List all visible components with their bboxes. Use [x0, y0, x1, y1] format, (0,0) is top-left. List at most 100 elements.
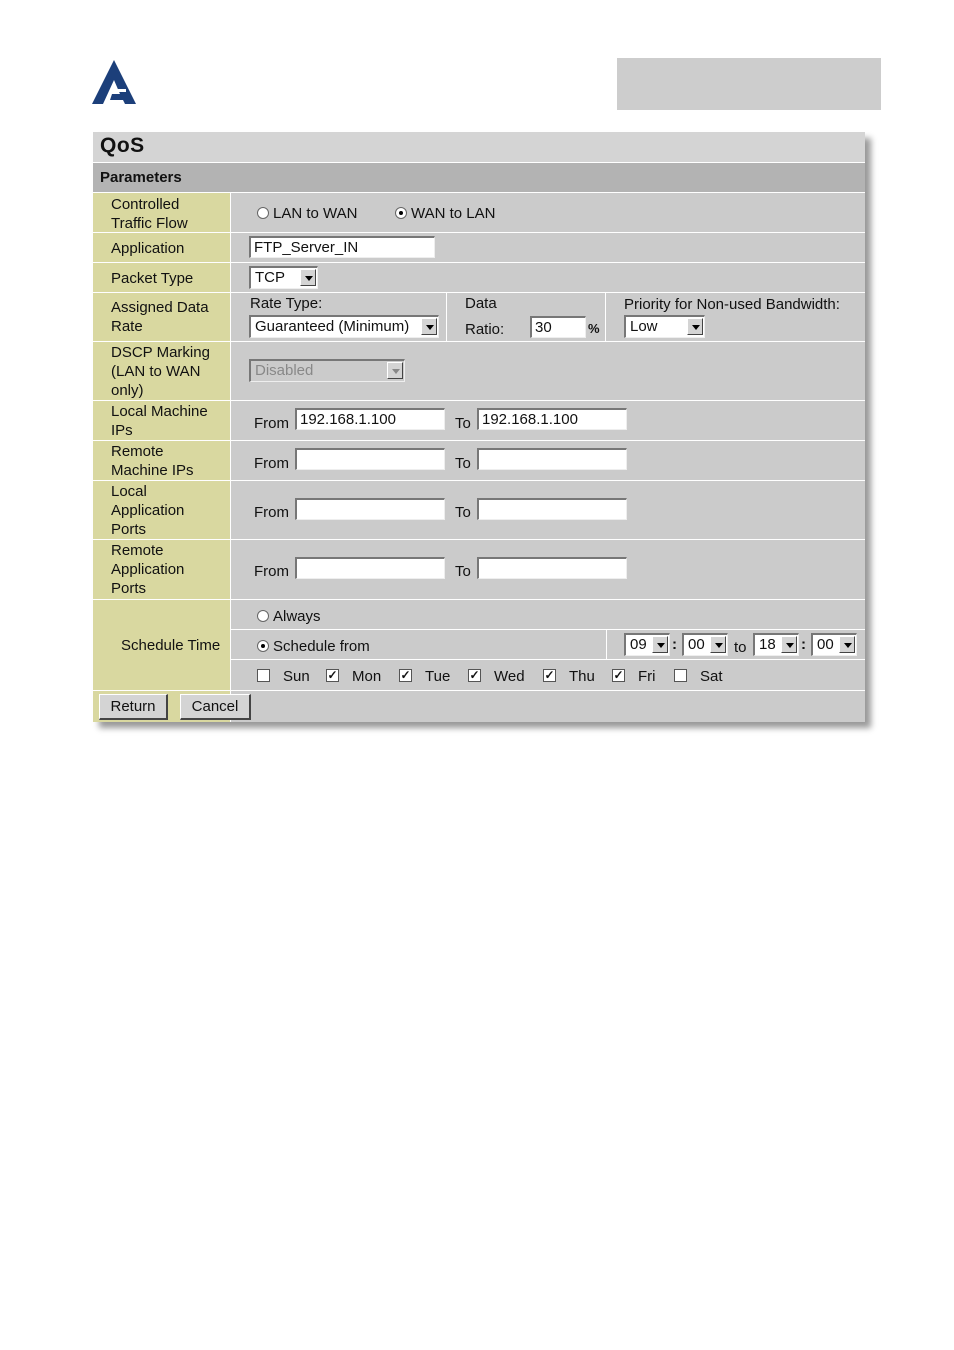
priority-select[interactable]: Low [624, 315, 705, 338]
checkbox-thu[interactable]: ✓ [543, 669, 556, 682]
traffic-flow-row: Controlled Traffic Flow LAN to WAN WAN t… [93, 193, 865, 233]
lan-to-wan-radio[interactable] [257, 207, 269, 219]
wan-to-lan-radio[interactable] [395, 207, 407, 219]
dscp-label-1: DSCP Marking [111, 344, 210, 361]
cancel-button[interactable]: Cancel [180, 694, 251, 720]
traffic-flow-label-2: Traffic Flow [111, 215, 188, 232]
remote-ip-label-2: Machine IPs [111, 462, 194, 479]
rate-type-value: Guaranteed (Minimum) [255, 318, 410, 335]
end-minute-value: 00 [817, 636, 834, 653]
remote-port-label-1: Remote [111, 542, 164, 559]
remote-ip-label-1: Remote [111, 443, 164, 460]
schedule-from-radio[interactable] [257, 640, 269, 652]
day-label-tue: Tue [425, 668, 451, 685]
day-label-sat: Sat [700, 668, 723, 685]
always-label: Always [273, 608, 321, 625]
remote-port-label-3: Ports [111, 580, 147, 597]
checkbox-fri[interactable]: ✓ [612, 669, 625, 682]
percent-label: % [588, 321, 600, 336]
start-hour-select[interactable]: 09 [624, 633, 670, 656]
application-input[interactable]: FTP_Server_IN [249, 236, 435, 258]
lan-to-wan-label: LAN to WAN [273, 205, 358, 222]
end-hour-value: 18 [759, 636, 776, 653]
chevron-down-icon [652, 636, 668, 653]
dscp-label-2: (LAN to WAN [111, 363, 201, 380]
local-ip-row: Local Machine IPs From 192.168.1.100 To … [93, 401, 865, 441]
day-label-wed: Wed [494, 668, 525, 685]
rate-type-label: Rate Type: [250, 295, 323, 312]
remote-port-to-input[interactable] [477, 557, 627, 579]
local-ip-to-input[interactable]: 192.168.1.100 [477, 408, 627, 430]
divider [606, 630, 607, 659]
return-button[interactable]: Return [99, 694, 168, 720]
header-placeholder-box [617, 58, 881, 110]
remote-port-label-2: Application [111, 561, 185, 578]
local-ip-from-label: From [254, 415, 289, 432]
chevron-down-icon [387, 362, 403, 379]
local-port-label-3: Ports [111, 521, 147, 538]
remote-port-row: Remote Application Ports From To [93, 540, 865, 600]
local-port-to-input[interactable] [477, 498, 627, 520]
ratio-label: Ratio: [465, 321, 505, 338]
local-port-to-label: To [455, 504, 471, 521]
application-row: Application FTP_Server_IN [93, 233, 865, 263]
remote-ip-to-label: To [455, 455, 471, 472]
divider [231, 659, 865, 660]
checkbox-wed[interactable]: ✓ [468, 669, 481, 682]
dscp-label-3: only) [111, 382, 144, 399]
local-ip-to-label: To [455, 415, 471, 432]
chevron-down-icon [421, 318, 437, 335]
data-label: Data [465, 295, 497, 312]
local-port-from-input[interactable] [295, 498, 445, 520]
time-colon: : [672, 636, 677, 653]
divider [446, 293, 447, 341]
end-minute-select[interactable]: 00 [811, 633, 857, 656]
button-row: Return Cancel [93, 691, 865, 722]
chevron-down-icon [687, 318, 703, 335]
ratio-input[interactable]: 30 [530, 316, 586, 338]
atlantis-logo-icon [92, 60, 136, 104]
local-port-row: Local Application Ports From To [93, 481, 865, 540]
qos-panel: QoS Parameters Controlled Traffic Flow L… [93, 132, 865, 722]
title-bar: QoS [93, 132, 865, 163]
data-rate-label-2: Rate [111, 318, 143, 335]
application-label: Application [111, 240, 185, 257]
dscp-select[interactable]: Disabled [249, 359, 405, 382]
data-rate-row: Assigned Data Rate Rate Type: Guaranteed… [93, 293, 865, 342]
packet-type-row: Packet Type TCP [93, 263, 865, 293]
remote-port-from-input[interactable] [295, 557, 445, 579]
dscp-row: DSCP Marking (LAN to WAN only) Disabled [93, 342, 865, 401]
priority-value: Low [630, 318, 658, 335]
parameters-header: Parameters [93, 163, 865, 193]
chevron-down-icon [300, 269, 316, 286]
local-ip-label-1: Local Machine [111, 403, 208, 420]
priority-label: Priority for Non-used Bandwidth: [624, 296, 840, 313]
divider [605, 293, 606, 341]
chevron-down-icon [781, 636, 797, 653]
remote-ip-from-label: From [254, 455, 289, 472]
start-minute-value: 00 [688, 636, 705, 653]
remote-port-from-label: From [254, 563, 289, 580]
schedule-row: Schedule Time Always Schedule from 09 : … [93, 600, 865, 691]
checkbox-sun[interactable] [257, 669, 270, 682]
end-hour-select[interactable]: 18 [753, 633, 799, 656]
start-minute-select[interactable]: 00 [682, 633, 728, 656]
local-ip-from-input[interactable]: 192.168.1.100 [295, 408, 445, 430]
checkbox-tue[interactable]: ✓ [399, 669, 412, 682]
always-radio[interactable] [257, 610, 269, 622]
to-label: to [734, 639, 747, 656]
remote-ip-from-input[interactable] [295, 448, 445, 470]
day-label-thu: Thu [569, 668, 595, 685]
rate-type-select[interactable]: Guaranteed (Minimum) [249, 315, 439, 338]
schedule-label: Schedule Time [121, 637, 221, 654]
checkbox-mon[interactable]: ✓ [326, 669, 339, 682]
packet-type-select[interactable]: TCP [249, 266, 318, 289]
day-label-sun: Sun [283, 668, 310, 685]
remote-port-to-label: To [455, 563, 471, 580]
remote-ip-to-input[interactable] [477, 448, 627, 470]
checkbox-sat[interactable] [674, 669, 687, 682]
section-title: Parameters [100, 169, 182, 186]
start-hour-value: 09 [630, 636, 647, 653]
chevron-down-icon [710, 636, 726, 653]
packet-type-label: Packet Type [111, 270, 194, 287]
